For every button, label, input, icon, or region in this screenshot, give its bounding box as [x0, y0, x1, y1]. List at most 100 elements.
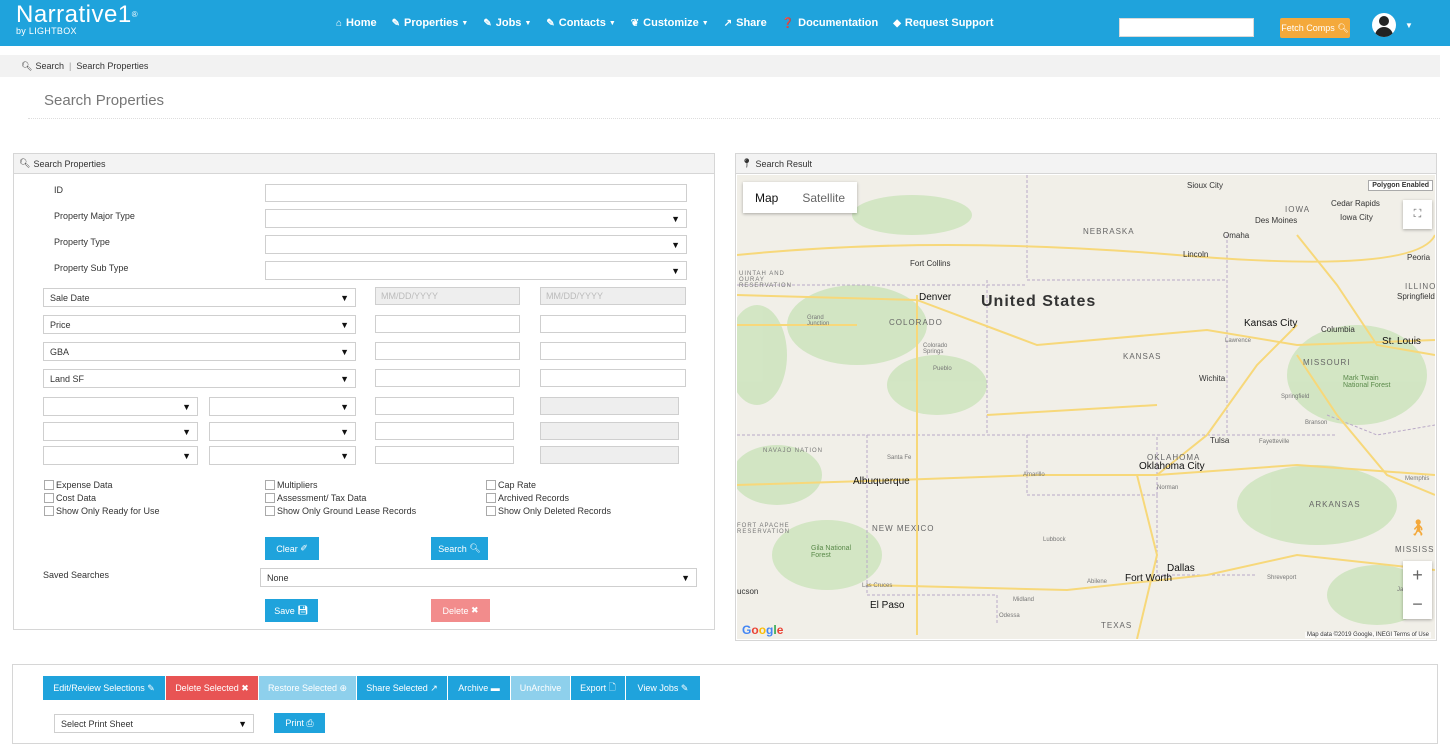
checkbox-assessment-tax[interactable]: Assessment/ Tax Data — [265, 493, 366, 503]
edit-icon: ✎ — [546, 17, 555, 29]
range-field-select-sale-date[interactable]: Sale Date ▼ — [43, 288, 356, 307]
print-button[interactable]: Print ⎙ — [274, 713, 325, 733]
checkbox-label: Cap Rate — [498, 480, 537, 490]
caret-down-icon: ▼ — [340, 451, 349, 461]
zoom-in-button[interactable]: + — [1403, 561, 1432, 590]
map-city-label: Des Moines — [1255, 216, 1298, 225]
checkbox-label: Archived Records — [498, 493, 570, 503]
clear-button[interactable]: Clear ✐ — [265, 537, 319, 560]
nav-jobs-label: Jobs — [495, 17, 522, 29]
map-canvas[interactable]: United States NEBRASKA IOWA COLORADO KAN… — [737, 175, 1435, 639]
checkbox-cost-data[interactable]: Cost Data — [44, 493, 96, 503]
map-state-label: NEBRASKA — [1083, 227, 1135, 236]
nav-search-input[interactable] — [1119, 18, 1254, 37]
fetch-comps-button[interactable]: Fetch Comps 🔍︎ — [1280, 18, 1350, 38]
archive-button[interactable]: Archive ▬ — [448, 676, 510, 700]
brand-logo[interactable]: Narrative1® by LIGHTBOX — [16, 1, 138, 37]
checkbox-ready-for-use[interactable]: Show Only Ready for Use — [44, 506, 160, 516]
sale-date-from-input[interactable]: MM/DD/YYYY — [375, 287, 520, 305]
edit-review-selections-button[interactable]: Edit/Review Selections ✎ — [43, 676, 165, 700]
view-jobs-label: View Jobs — [637, 683, 679, 693]
gba-to-input[interactable] — [540, 342, 686, 360]
breadcrumb-root[interactable]: Search — [35, 61, 64, 71]
custom-field-select[interactable]: ▼ — [43, 422, 198, 441]
property-type-select[interactable]: ▼ — [265, 235, 687, 254]
custom-value-input[interactable] — [375, 397, 514, 415]
nav-properties[interactable]: ✎ Properties ▼ — [392, 17, 469, 29]
checkbox-label: Show Only Ground Lease Records — [277, 506, 417, 516]
custom-operator-select[interactable]: ▼ — [209, 397, 356, 416]
nav-share[interactable]: ↗ Share — [724, 17, 767, 29]
property-major-type-select[interactable]: ▼ — [265, 209, 687, 228]
checkbox-archived-records[interactable]: Archived Records — [486, 493, 569, 503]
checkbox-cap-rate[interactable]: Cap Rate — [486, 480, 536, 490]
map-city-label: Gila National Forest — [811, 545, 852, 559]
map-type-map[interactable]: Map — [743, 182, 790, 213]
nav-properties-label: Properties — [404, 17, 459, 29]
nav-contacts[interactable]: ✎ Contacts ▼ — [546, 17, 615, 29]
caret-down-icon[interactable]: ▼ — [1405, 21, 1413, 30]
price-to-input[interactable] — [540, 315, 686, 333]
custom-field-select[interactable]: ▼ — [43, 446, 198, 465]
search-button[interactable]: Search 🔍︎ — [431, 537, 488, 560]
map-city-label: Albuquerque — [853, 476, 910, 487]
property-sub-type-select[interactable]: ▼ — [265, 261, 687, 280]
map-attribution[interactable]: Map data ©2019 Google, INEGI Terms of Us… — [1304, 632, 1431, 638]
caret-down-icon: ▼ — [701, 19, 709, 27]
sale-date-to-input[interactable]: MM/DD/YYYY — [540, 287, 686, 305]
nav-contacts-label: Contacts — [558, 17, 606, 29]
tag-icon: ◆ — [893, 17, 901, 29]
export-button[interactable]: Export 🗋 — [571, 676, 625, 700]
custom-value-input[interactable] — [375, 446, 514, 464]
street-view-pegman-icon[interactable]: 🚶︎ — [1407, 515, 1429, 541]
price-from-input[interactable] — [375, 315, 520, 333]
range-field-value: Price — [50, 319, 71, 330]
map-layer — [737, 175, 1435, 639]
caret-down-icon: ▼ — [671, 240, 680, 250]
save-button[interactable]: Save 💾︎ — [265, 599, 318, 622]
polygon-enabled-badge[interactable]: Polygon Enabled — [1368, 180, 1433, 191]
land-sf-to-input[interactable] — [540, 369, 686, 387]
custom-operator-select[interactable]: ▼ — [209, 422, 356, 441]
range-field-select-price[interactable]: Price ▼ — [43, 315, 356, 334]
view-jobs-button[interactable]: View Jobs ✎ — [626, 676, 700, 700]
delete-search-button[interactable]: Delete ✖ — [431, 599, 490, 622]
map-type-satellite[interactable]: Satellite — [790, 182, 857, 213]
map-state-label: KANSAS — [1123, 352, 1162, 361]
user-avatar[interactable] — [1372, 13, 1396, 37]
saved-searches-select[interactable]: None ▼ — [260, 568, 697, 587]
id-input[interactable] — [265, 184, 687, 202]
map-city-label: Omaha — [1223, 231, 1250, 240]
checkbox-ground-lease[interactable]: Show Only Ground Lease Records — [265, 506, 416, 516]
checkbox-deleted-records[interactable]: Show Only Deleted Records — [486, 506, 611, 516]
checkbox-multipliers[interactable]: Multipliers — [265, 480, 318, 490]
brand-name: Narrative1 — [16, 1, 132, 28]
map-city-label: Oklahoma City — [1139, 461, 1205, 472]
custom-value-input[interactable] — [375, 422, 514, 440]
nav-documentation[interactable]: ❓ Documentation — [782, 17, 879, 29]
share-selected-button[interactable]: Share Selected ↗ — [357, 676, 447, 700]
fullscreen-icon[interactable]: ⛶ — [1403, 200, 1432, 229]
nav-home[interactable]: ⌂ Home — [336, 17, 377, 29]
nav-jobs[interactable]: ✎ Jobs ▼ — [483, 17, 531, 29]
save-label: Save — [274, 605, 295, 616]
custom-field-select[interactable]: ▼ — [43, 397, 198, 416]
custom-operator-select[interactable]: ▼ — [209, 446, 356, 465]
delete-selected-button[interactable]: Delete Selected ✖ — [166, 676, 258, 700]
land-sf-from-input[interactable] — [375, 369, 520, 387]
print-sheet-select[interactable]: Select Print Sheet ▼ — [54, 714, 254, 733]
nav-request-support[interactable]: ◆ Request Support — [893, 17, 993, 29]
map-type-toggle: Map Satellite — [743, 182, 858, 213]
checkbox-expense-data[interactable]: Expense Data — [44, 480, 113, 490]
search-icon: 🔍︎ — [1337, 22, 1349, 33]
delete-selected-label: Delete Selected — [175, 683, 239, 693]
nav-customize[interactable]: ❦ Customize ▼ — [631, 17, 709, 29]
gba-from-input[interactable] — [375, 342, 520, 360]
restore-selected-button[interactable]: Restore Selected ⊕ — [259, 676, 356, 700]
range-field-select-land-sf[interactable]: Land SF ▼ — [43, 369, 356, 388]
unarchive-button[interactable]: UnArchive — [511, 676, 570, 700]
map-region-label: NAVAJO NATION — [763, 448, 824, 454]
map-city-label: Springfield — [1397, 292, 1435, 301]
zoom-out-button[interactable]: − — [1403, 590, 1432, 619]
range-field-select-gba[interactable]: GBA ▼ — [43, 342, 356, 361]
